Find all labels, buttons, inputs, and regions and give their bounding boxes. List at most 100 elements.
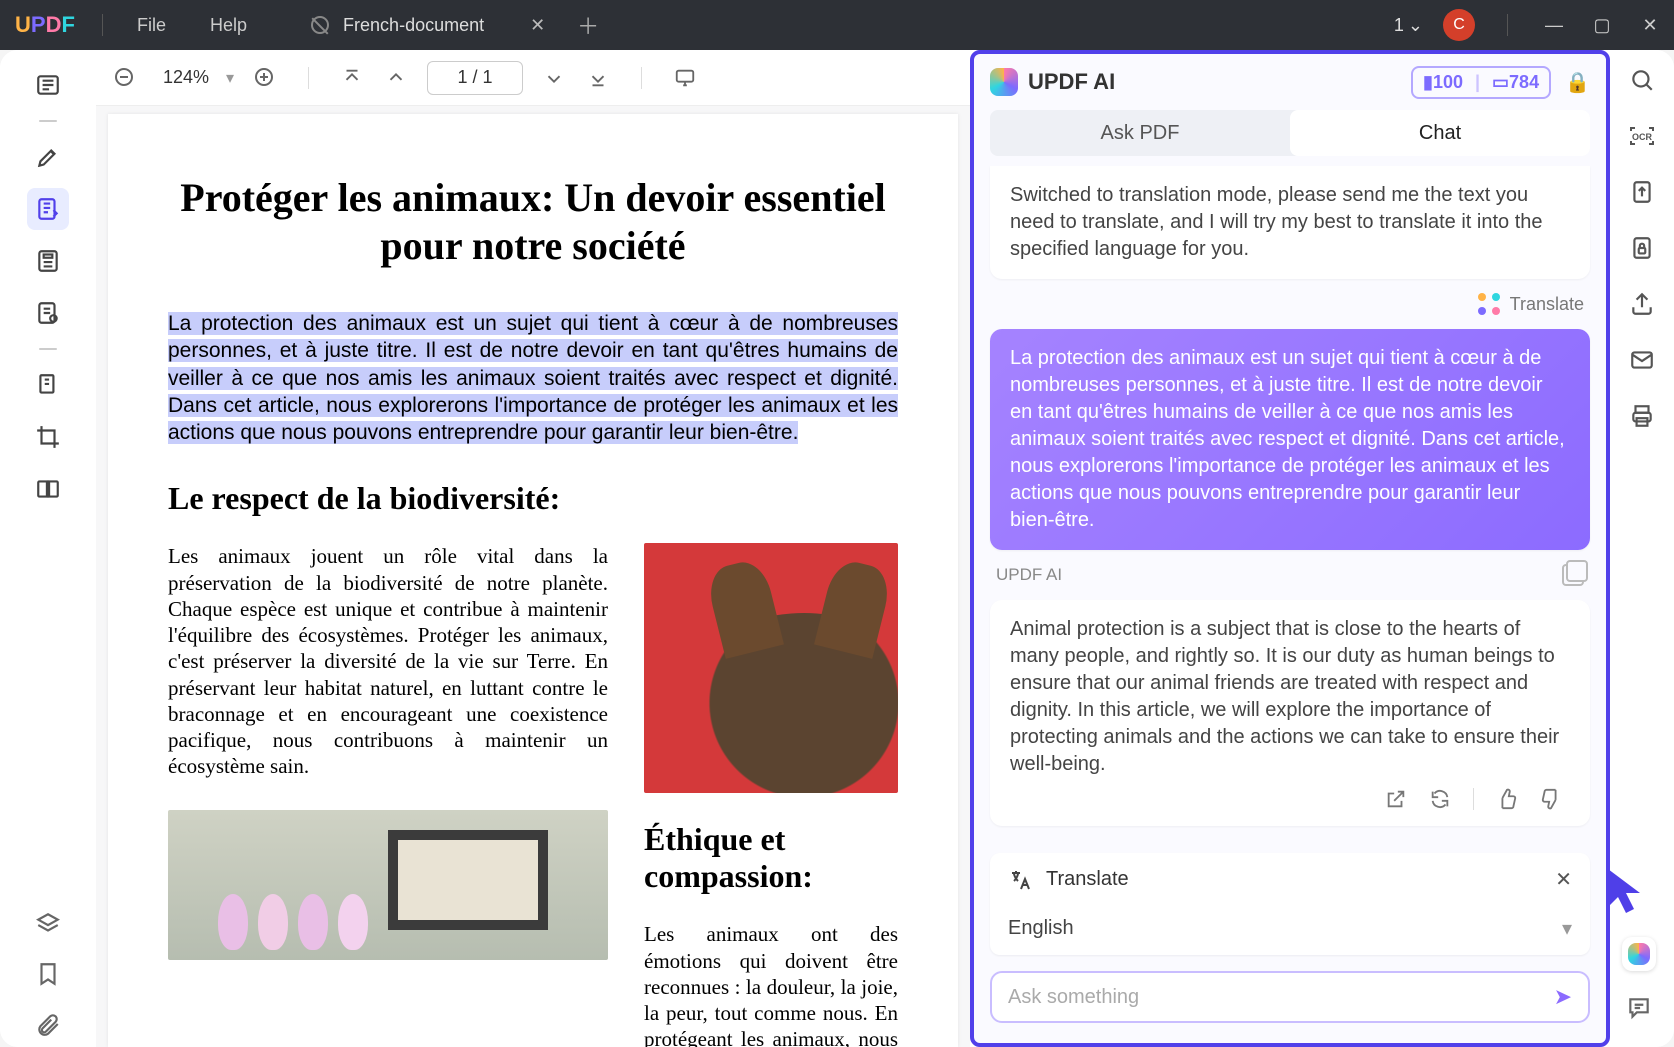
copy-icon[interactable] xyxy=(1562,564,1584,586)
presentation-icon[interactable] xyxy=(672,65,698,91)
chat-input[interactable] xyxy=(1008,986,1554,1009)
doc-subheading: Éthique et compassion: xyxy=(644,821,898,895)
workspace: 124% ▾ 1 / 1 Protéger les animaux: Un de… xyxy=(0,50,1674,1047)
close-icon[interactable]: ✕ xyxy=(530,15,546,36)
protect-icon[interactable] xyxy=(1628,234,1656,262)
minimize-button[interactable]: — xyxy=(1540,15,1568,36)
first-page-button[interactable] xyxy=(339,65,365,91)
language-select[interactable]: English ▾ xyxy=(1008,916,1572,941)
input-zone: Translate ✕ English ▾ ➤ xyxy=(974,839,1606,1043)
chevron-down-icon[interactable]: ▾ xyxy=(226,68,234,88)
separator xyxy=(39,348,57,350)
doc-paragraph: Les animaux jouent un rôle vital dans la… xyxy=(168,543,608,779)
tab-doc-icon xyxy=(311,16,329,34)
thumbs-down-icon[interactable] xyxy=(1540,788,1562,810)
form-icon[interactable] xyxy=(27,292,69,334)
language-value: English xyxy=(1008,917,1074,940)
chevron-down-icon: ⌄ xyxy=(1408,15,1423,36)
left-toolbar xyxy=(0,50,96,1047)
next-page-button[interactable] xyxy=(541,65,567,91)
menu-help[interactable]: Help xyxy=(188,15,269,36)
ocr-icon[interactable]: OCR xyxy=(1628,122,1656,150)
doc-credit-icon: ▮100 xyxy=(1423,72,1463,93)
open-external-icon[interactable] xyxy=(1385,788,1407,810)
ai-panel: UPDF AI ▮100 | ▭784 🔒 Ask PDF Chat Switc… xyxy=(970,50,1610,1047)
share-icon[interactable] xyxy=(1628,290,1656,318)
mode-tag-label: Translate xyxy=(1510,294,1584,315)
reader-mode-icon[interactable] xyxy=(27,64,69,106)
pdf-page: Protéger les animaux: Un devoir essentie… xyxy=(108,114,958,1047)
highlighter-icon[interactable] xyxy=(27,136,69,178)
bookmark-icon[interactable] xyxy=(35,961,61,987)
chevron-down-icon: ▾ xyxy=(1562,916,1572,941)
email-icon[interactable] xyxy=(1628,346,1656,374)
doc-image-dog xyxy=(644,543,898,793)
doc-heading: Protéger les animaux: Un devoir essentie… xyxy=(168,174,898,270)
separator xyxy=(308,67,309,89)
ai-header: UPDF AI ▮100 | ▭784 🔒 xyxy=(974,54,1606,110)
document-area: 124% ▾ 1 / 1 Protéger les animaux: Un de… xyxy=(96,50,970,1047)
maximize-button[interactable]: ▢ xyxy=(1588,15,1616,36)
chat-scroll[interactable]: Switched to translation mode, please sen… xyxy=(974,166,1606,839)
close-icon[interactable]: ✕ xyxy=(1555,867,1572,892)
separator xyxy=(641,67,642,89)
annotate-icon[interactable] xyxy=(27,188,69,230)
tab-title: French-document xyxy=(343,15,484,36)
zoom-out-button[interactable] xyxy=(112,65,138,91)
page-panel-icon[interactable] xyxy=(27,240,69,282)
avatar[interactable]: C xyxy=(1443,9,1475,41)
send-button[interactable]: ➤ xyxy=(1554,984,1572,1010)
app-logo: UPDF xyxy=(0,12,90,38)
ai-launcher-icon[interactable] xyxy=(1622,937,1656,971)
crop-icon[interactable] xyxy=(27,416,69,458)
ai-logo-icon xyxy=(990,68,1018,96)
convert-icon[interactable] xyxy=(1628,178,1656,206)
tab-count-value: 1 xyxy=(1394,15,1404,36)
separator xyxy=(39,120,57,122)
doc-subheading: Le respect de la biodiversité: xyxy=(168,480,898,517)
svg-text:OCR: OCR xyxy=(1632,132,1653,142)
layers-icon[interactable] xyxy=(35,911,61,937)
tab-count[interactable]: 1 ⌄ xyxy=(1394,15,1423,36)
page-organize-icon[interactable] xyxy=(27,364,69,406)
doc-paragraph-selected[interactable]: La protection des animaux est un sujet q… xyxy=(168,310,898,446)
palette-icon xyxy=(1478,293,1500,315)
zoom-in-button[interactable] xyxy=(252,65,278,91)
prev-page-button[interactable] xyxy=(383,65,409,91)
ai-mode-tabs: Ask PDF Chat xyxy=(990,110,1590,156)
print-icon[interactable] xyxy=(1628,402,1656,430)
document-tab[interactable]: French-document ✕ xyxy=(289,0,564,50)
page-indicator[interactable]: 1 / 1 xyxy=(427,61,523,95)
viewport[interactable]: Protéger les animaux: Un devoir essentie… xyxy=(96,106,970,1047)
assistant-message: Animal protection is a subject that is c… xyxy=(990,600,1590,826)
separator xyxy=(102,14,103,36)
search-icon[interactable] xyxy=(1628,66,1656,94)
last-page-button[interactable] xyxy=(585,65,611,91)
mode-tag: Translate xyxy=(990,293,1590,315)
translate-card: Translate ✕ English ▾ xyxy=(990,853,1590,955)
separator xyxy=(1507,14,1508,36)
regenerate-icon[interactable] xyxy=(1429,788,1451,810)
credits-badge[interactable]: ▮100 | ▭784 xyxy=(1411,66,1551,99)
lock-icon[interactable]: 🔒 xyxy=(1565,70,1590,95)
assistant-name: UPDF AI xyxy=(996,565,1062,585)
zoom-value: 124% xyxy=(156,67,216,88)
tab-chat[interactable]: Chat xyxy=(1290,110,1590,156)
thumbs-up-icon[interactable] xyxy=(1496,788,1518,810)
system-message: Switched to translation mode, please sen… xyxy=(990,166,1590,279)
compare-icon[interactable] xyxy=(27,468,69,510)
cursor-indicator xyxy=(1606,867,1646,917)
translate-icon xyxy=(1008,868,1032,892)
attachment-icon[interactable] xyxy=(35,1011,61,1037)
user-message: La protection des animaux est un sujet q… xyxy=(990,329,1590,550)
chat-credit-icon: ▭784 xyxy=(1492,72,1539,93)
chat-input-box: ➤ xyxy=(990,971,1590,1023)
tab-ask-pdf[interactable]: Ask PDF xyxy=(990,110,1290,156)
close-button[interactable]: ✕ xyxy=(1636,15,1664,36)
menu-file[interactable]: File xyxy=(115,15,188,36)
translate-label: Translate xyxy=(1046,868,1129,891)
ai-title: UPDF AI xyxy=(1028,69,1115,95)
comments-icon[interactable] xyxy=(1626,995,1652,1021)
titlebar: UPDF File Help French-document ✕ ＋ 1 ⌄ C… xyxy=(0,0,1674,50)
new-tab-button[interactable]: ＋ xyxy=(564,9,612,41)
